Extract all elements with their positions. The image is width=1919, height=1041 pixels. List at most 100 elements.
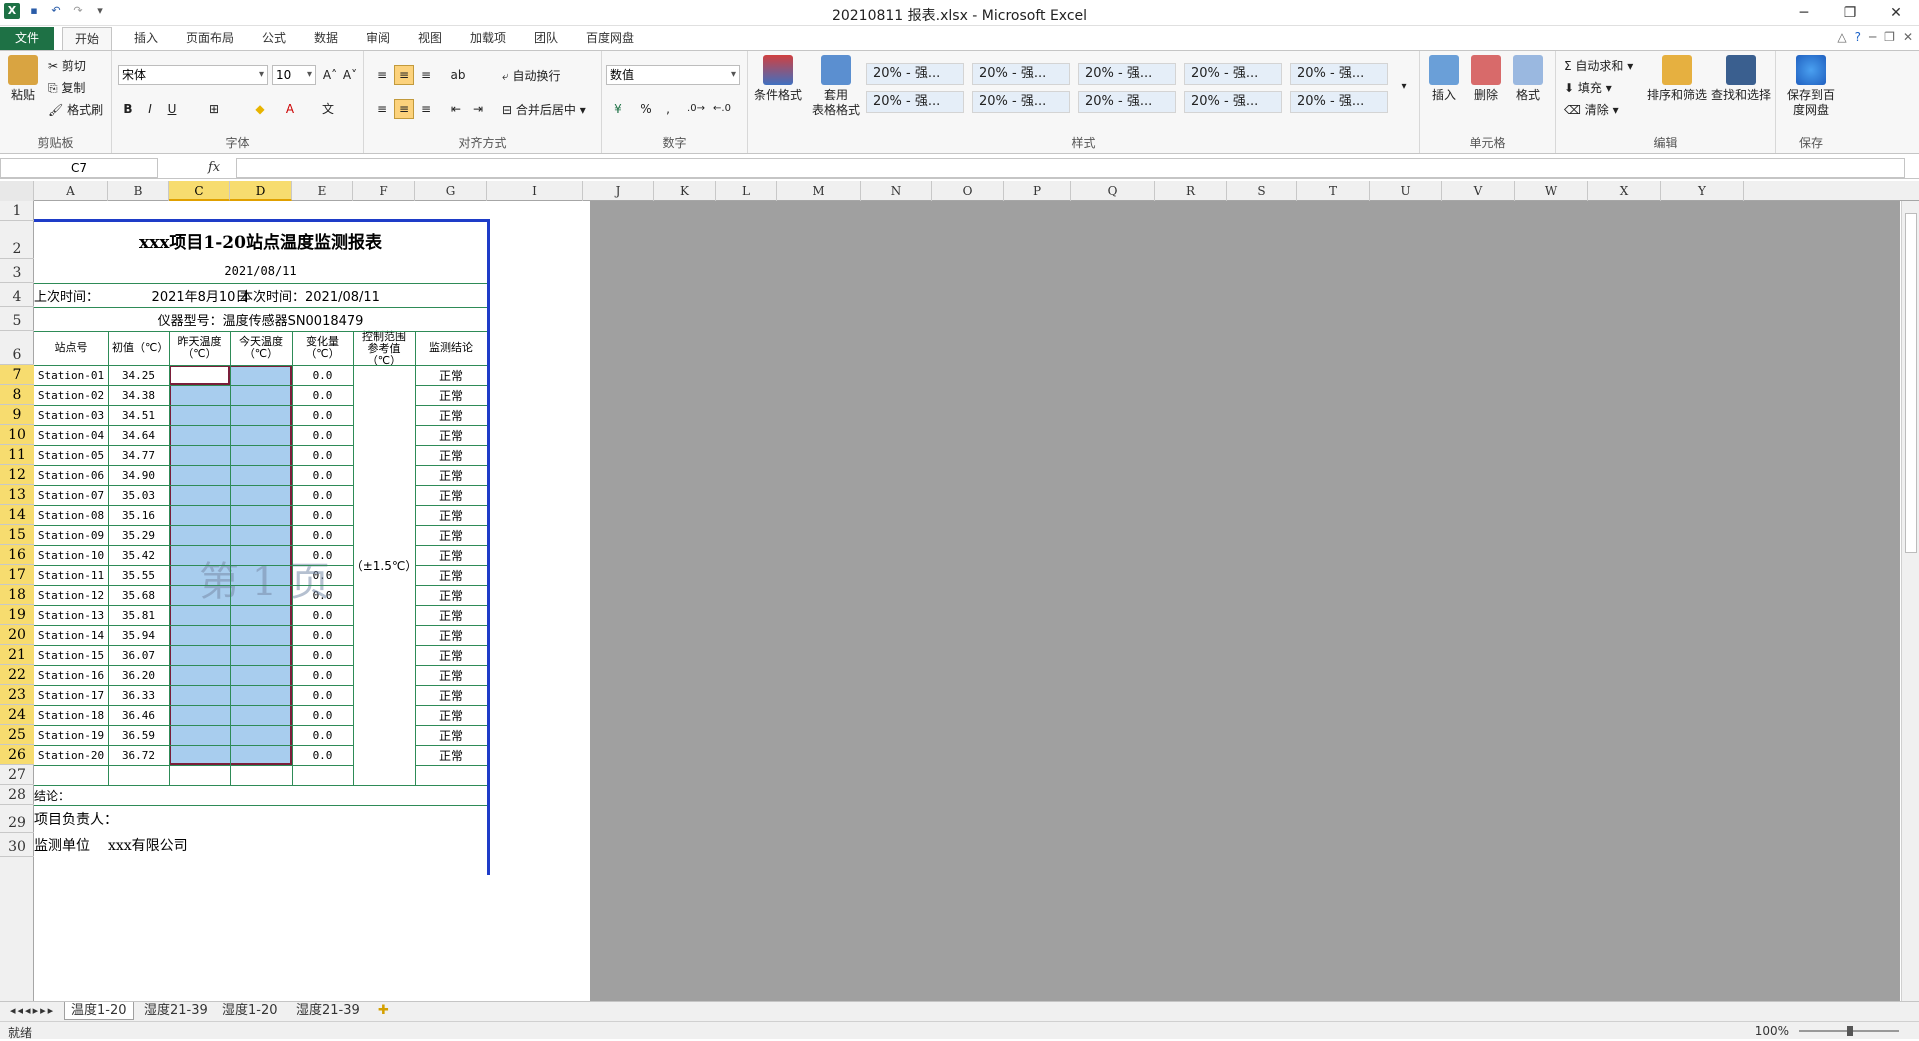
sheet-tab-1[interactable]: 温度1-20: [64, 1002, 134, 1020]
sort-filter-button[interactable]: 排序和筛选: [1646, 55, 1708, 103]
fill-button[interactable]: ⬇ 填充 ▾: [1564, 79, 1612, 96]
row-header-24[interactable]: 24: [0, 705, 34, 725]
vertical-scrollbar[interactable]: [1901, 201, 1919, 1001]
align-left-icon[interactable]: ≡: [372, 99, 392, 119]
row-header-26[interactable]: 26: [0, 745, 34, 765]
row-header-6[interactable]: 6: [0, 331, 34, 365]
column-header-e[interactable]: E: [292, 181, 353, 201]
tab-home[interactable]: 开始: [62, 27, 113, 50]
row-header-17[interactable]: 17: [0, 565, 34, 585]
bold-button[interactable]: B: [118, 99, 138, 119]
wrap-text-button[interactable]: ⤶ 自动换行: [502, 67, 561, 84]
font-family-select[interactable]: 宋体: [118, 65, 268, 85]
tab-review[interactable]: 审阅: [354, 27, 402, 50]
paste-button[interactable]: 粘贴: [6, 55, 40, 103]
increase-indent-icon[interactable]: ⇥: [468, 99, 488, 119]
shrink-font-icon[interactable]: A˅: [340, 65, 360, 85]
row-header-9[interactable]: 9: [0, 405, 34, 425]
row-header-12[interactable]: 12: [0, 465, 34, 485]
row-header-25[interactable]: 25: [0, 725, 34, 745]
insert-cells-button[interactable]: 插入: [1424, 55, 1464, 103]
cell-style-10[interactable]: 20% - 强...: [1290, 91, 1388, 113]
vertical-scroll-thumb[interactable]: [1905, 213, 1917, 553]
sheet-tab-4[interactable]: 湿度21-39: [290, 1002, 366, 1020]
sheet-tab-2[interactable]: 湿度21-39: [138, 1002, 214, 1020]
column-header-f[interactable]: F: [353, 181, 415, 201]
row-header-5[interactable]: 5: [0, 307, 34, 331]
format-cells-button[interactable]: 格式: [1508, 55, 1548, 103]
decrease-indent-icon[interactable]: ⇤: [446, 99, 466, 119]
row-header-7[interactable]: 7: [0, 365, 34, 385]
italic-button[interactable]: I: [140, 99, 160, 119]
align-middle-icon[interactable]: ≡: [394, 65, 414, 85]
align-bottom-icon[interactable]: ≡: [416, 65, 436, 85]
zoom-level[interactable]: 100%: [1755, 1024, 1789, 1038]
tab-team[interactable]: 团队: [522, 27, 570, 50]
tab-page-layout[interactable]: 页面布局: [174, 27, 246, 50]
row-header-27[interactable]: 27: [0, 765, 34, 785]
tab-baidu[interactable]: 百度网盘: [574, 27, 646, 50]
clear-button[interactable]: ⌫ 清除 ▾: [1564, 101, 1619, 118]
percent-button[interactable]: %: [636, 99, 656, 119]
cut-button[interactable]: ✂ 剪切: [48, 57, 86, 74]
row-header-20[interactable]: 20: [0, 625, 34, 645]
name-box[interactable]: C7: [0, 158, 158, 178]
column-header-v[interactable]: V: [1442, 181, 1515, 201]
row-header-15[interactable]: 15: [0, 525, 34, 545]
minimize-icon[interactable]: ─: [1781, 0, 1827, 26]
column-header-l[interactable]: L: [716, 181, 777, 201]
font-color-icon[interactable]: A: [280, 99, 300, 119]
doc-close-icon[interactable]: ✕: [1903, 30, 1913, 44]
cell-style-6[interactable]: 20% - 强...: [866, 91, 964, 113]
format-painter-button[interactable]: 🖌 格式刷: [48, 101, 103, 118]
find-select-button[interactable]: 查找和选择: [1710, 55, 1772, 103]
row-header-4[interactable]: 4: [0, 283, 34, 307]
merge-center-button[interactable]: ⊟ 合并后居中 ▾: [502, 101, 586, 118]
tab-file[interactable]: 文件: [0, 27, 54, 50]
row-header-11[interactable]: 11: [0, 445, 34, 465]
save-baidu-button[interactable]: 保存到百 度网盘: [1780, 55, 1842, 118]
column-header-b[interactable]: B: [108, 181, 169, 201]
column-header-y[interactable]: Y: [1661, 181, 1744, 201]
cell-style-5[interactable]: 20% - 强...: [1290, 63, 1388, 85]
collapse-ribbon-icon[interactable]: △: [1837, 30, 1846, 44]
column-header-r[interactable]: R: [1155, 181, 1227, 201]
zoom-slider[interactable]: [1799, 1026, 1899, 1036]
tab-insert[interactable]: 插入: [122, 27, 170, 50]
column-header-c[interactable]: C: [169, 181, 230, 201]
column-header-j[interactable]: J: [583, 181, 654, 201]
styles-more-icon[interactable]: ▾: [1394, 77, 1414, 97]
column-header-k[interactable]: K: [654, 181, 716, 201]
row-header-2[interactable]: 2: [0, 221, 34, 259]
decrease-decimal-icon[interactable]: ←.0: [712, 99, 732, 119]
row-header-23[interactable]: 23: [0, 685, 34, 705]
delete-cells-button[interactable]: 删除: [1466, 55, 1506, 103]
align-center-icon[interactable]: ≡: [394, 99, 414, 119]
column-header-t[interactable]: T: [1297, 181, 1370, 201]
zoom-slider-thumb[interactable]: [1847, 1026, 1853, 1036]
column-header-a[interactable]: A: [34, 181, 108, 201]
cell-style-2[interactable]: 20% - 强...: [972, 63, 1070, 85]
fill-color-icon[interactable]: ◆: [250, 99, 270, 119]
column-header-g[interactable]: G: [415, 181, 487, 201]
column-header-o[interactable]: O: [932, 181, 1004, 201]
row-header-18[interactable]: 18: [0, 585, 34, 605]
column-header-m[interactable]: M: [777, 181, 861, 201]
row-header-28[interactable]: 28: [0, 785, 34, 805]
row-header-13[interactable]: 13: [0, 485, 34, 505]
column-header-p[interactable]: P: [1004, 181, 1071, 201]
cell-style-4[interactable]: 20% - 强...: [1184, 63, 1282, 85]
tab-formulas[interactable]: 公式: [250, 27, 298, 50]
tab-data[interactable]: 数据: [302, 27, 350, 50]
currency-icon[interactable]: ¥: [608, 99, 628, 119]
cell-style-3[interactable]: 20% - 强...: [1078, 63, 1176, 85]
row-header-22[interactable]: 22: [0, 665, 34, 685]
column-header-i[interactable]: I: [487, 181, 583, 201]
row-header-16[interactable]: 16: [0, 545, 34, 565]
insert-function-icon[interactable]: fx: [208, 160, 220, 175]
column-header-q[interactable]: Q: [1071, 181, 1155, 201]
column-header-n[interactable]: N: [861, 181, 932, 201]
underline-button[interactable]: U: [162, 99, 182, 119]
orientation-icon[interactable]: ab: [448, 65, 468, 85]
cell-style-9[interactable]: 20% - 强...: [1184, 91, 1282, 113]
